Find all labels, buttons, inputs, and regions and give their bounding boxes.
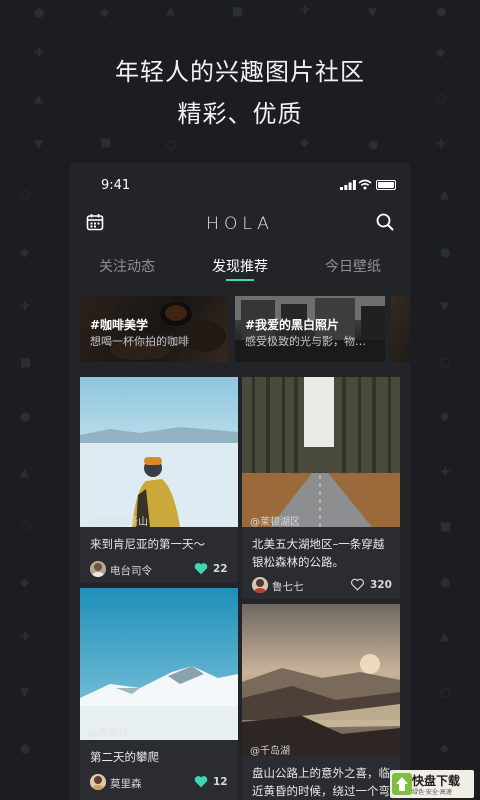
- topic-card-next[interactable]: [391, 296, 410, 362]
- status-time: 9:41: [101, 178, 131, 193]
- promo-line-1: 年轻人的兴趣图片社区: [115, 58, 365, 86]
- post-caption: 来到肯尼亚的第一天～: [90, 537, 205, 551]
- heart-filled-icon[interactable]: [194, 775, 208, 788]
- post-caption: 第二天的攀爬: [90, 750, 159, 764]
- topic-shade: [391, 296, 410, 362]
- app-bar: HOLA: [70, 208, 410, 242]
- tab-bar: 关注动态 发现推荐 今日壁纸: [70, 253, 410, 285]
- topic-card-coffee[interactable]: #咖啡美学 想喝一杯你拍的咖啡: [80, 296, 228, 362]
- post-like-count: 22: [213, 563, 228, 575]
- topic-subtitle: 想喝一杯你拍的咖啡: [90, 335, 189, 348]
- post-card[interactable]: @千岛湖 盘山公路上的意外之喜，临近黄昏的时候，绕过一个弯: [242, 604, 400, 800]
- topic-subtitle: 感受极致的光与影，物…: [245, 335, 366, 348]
- post-location: @斯特罗斯山: [88, 517, 148, 528]
- heart-filled-icon[interactable]: [194, 562, 208, 575]
- tab-following[interactable]: 关注动态: [77, 256, 177, 276]
- post-card[interactable]: @唐吉拉 第二天的攀爬 莫里森 12: [80, 588, 238, 800]
- phone-screen: 9:41 HOLA 关注动态 发现推荐 今日壁纸 #咖啡美学 想喝一杯你拍的咖啡…: [70, 163, 410, 800]
- tab-discover[interactable]: 发现推荐: [190, 256, 290, 276]
- watermark-icon: [392, 773, 412, 795]
- post-author[interactable]: 电台司令: [110, 563, 152, 578]
- watermark-logo: 快盘下载 绿色·安全·高速: [390, 770, 474, 798]
- avatar[interactable]: [252, 577, 268, 593]
- post-location: @莱顿湖区: [250, 517, 300, 528]
- heart-outline-icon[interactable]: [350, 578, 365, 591]
- post-caption: 盘山公路上的意外之喜，临近黄昏的时候，绕过一个弯: [252, 766, 390, 798]
- post-author[interactable]: 莫里森: [110, 776, 142, 791]
- watermark-subtext: 绿色·安全·高速: [412, 789, 452, 796]
- wifi-icon: [358, 179, 372, 190]
- topic-title: #我爱的黑白照片: [245, 318, 340, 332]
- post-author[interactable]: 鲁七七: [272, 579, 304, 594]
- post-like-count: 320: [370, 579, 392, 591]
- post-location: @唐吉拉: [88, 728, 128, 739]
- topic-carousel: #咖啡美学 想喝一杯你拍的咖啡 #我爱的黑白照片 感受极致的光与影，物…: [80, 296, 410, 362]
- topic-card-bw-photo[interactable]: #我爱的黑白照片 感受极致的光与影，物…: [235, 296, 385, 362]
- avatar[interactable]: [90, 774, 106, 790]
- topic-title: #咖啡美学: [90, 318, 149, 332]
- post-photo-mountain-hiker: [80, 377, 238, 527]
- tab-wallpaper[interactable]: 今日壁纸: [303, 256, 403, 276]
- post-photo-snow-mountain: [80, 588, 238, 740]
- tab-indicator: [226, 279, 254, 281]
- search-icon[interactable]: [376, 213, 394, 231]
- post-caption: 北美五大湖地区–一条穿越银松森林的公路。: [252, 537, 385, 569]
- promo-line-2: 精彩、优质: [177, 100, 303, 128]
- post-like-count: 12: [213, 776, 228, 788]
- post-photo-lake-sunset: [242, 604, 400, 756]
- avatar[interactable]: [90, 561, 106, 577]
- post-card[interactable]: @莱顿湖区 北美五大湖地区–一条穿越银松森林的公路。 鲁七七 320: [242, 377, 400, 599]
- post-card[interactable]: @斯特罗斯山 来到肯尼亚的第一天～ 电台司令 22: [80, 377, 238, 583]
- app-logo: HOLA: [206, 214, 274, 234]
- post-location: @千岛湖: [250, 746, 290, 757]
- post-photo-forest-road: [242, 377, 400, 527]
- status-bar: 9:41: [70, 163, 410, 207]
- signal-icon: [340, 180, 356, 190]
- battery-icon: [376, 180, 396, 190]
